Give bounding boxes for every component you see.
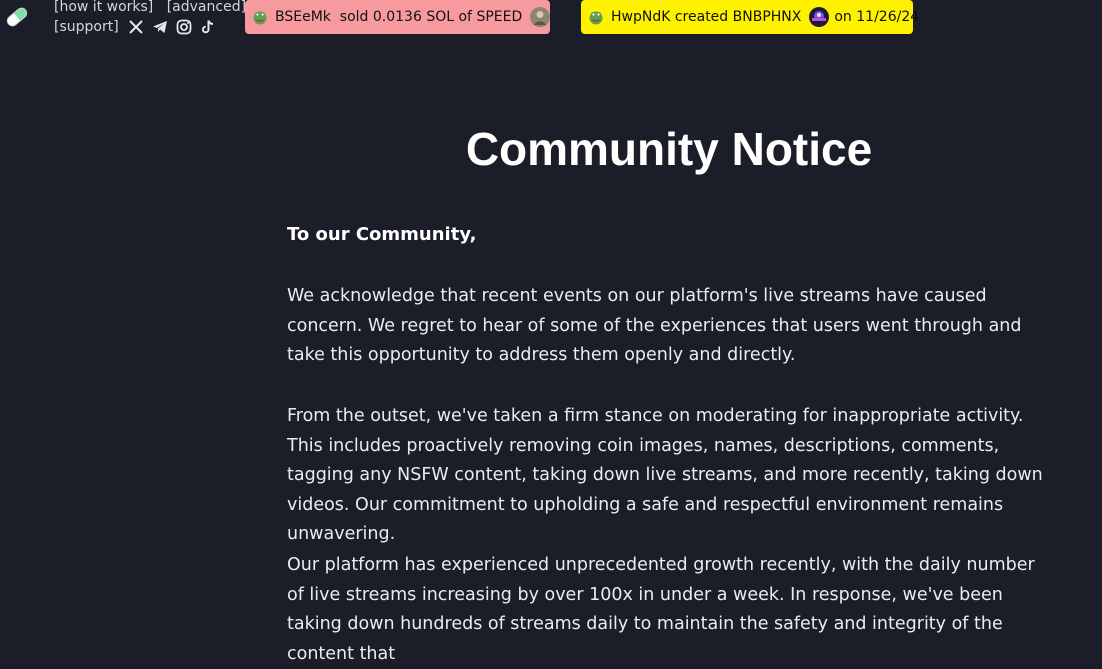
coin-thumbnail — [530, 7, 551, 27]
notice-greeting: To our Community, — [287, 224, 477, 245]
ticker-date-prefix: on — [834, 9, 852, 25]
ticker-action: sold 0.0136 SOL of — [339, 9, 472, 25]
ticker-user[interactable]: BSEeMk — [275, 9, 331, 25]
trade-ticker-create[interactable]: HwpNdK created BNBPHNX on 11/26/24 — [581, 0, 919, 34]
top-bar: [how it works] [advanced] [support] BSEe… — [0, 0, 1102, 40]
coin-thumbnail — [809, 7, 830, 27]
advanced-link[interactable]: [advanced] — [167, 0, 246, 15]
x-icon[interactable] — [128, 19, 144, 35]
ticker-token[interactable]: SPEED — [476, 9, 522, 25]
how-it-works-link[interactable]: [how it works] — [54, 0, 153, 15]
frog-avatar-icon — [588, 9, 604, 25]
trade-ticker-sell[interactable]: BSEeMk sold 0.0136 SOL of SPEED — [245, 0, 551, 34]
frog-avatar-icon — [252, 9, 268, 25]
ticker-token[interactable]: BNBPHNX — [733, 9, 802, 25]
pill-logo[interactable] — [4, 4, 30, 30]
notice-paragraph-3: Our platform has experienced unprecedent… — [287, 555, 1035, 664]
telegram-icon[interactable] — [152, 19, 168, 35]
ticker-action: created — [674, 9, 729, 25]
ticker-date: 11/26/24 — [856, 9, 920, 25]
community-notice: Community Notice To our Community, We ac… — [287, 120, 1057, 664]
instagram-icon[interactable] — [176, 19, 192, 35]
tiktok-icon[interactable] — [200, 19, 216, 35]
notice-paragraph-1: We acknowledge that recent events on our… — [287, 286, 1022, 365]
support-link[interactable]: [support] — [54, 17, 119, 37]
ticker-user[interactable]: HwpNdK — [611, 9, 670, 25]
notice-paragraph-2: From the outset, we've taken a firm stan… — [287, 406, 1043, 544]
page-title: Community Notice — [465, 123, 873, 175]
